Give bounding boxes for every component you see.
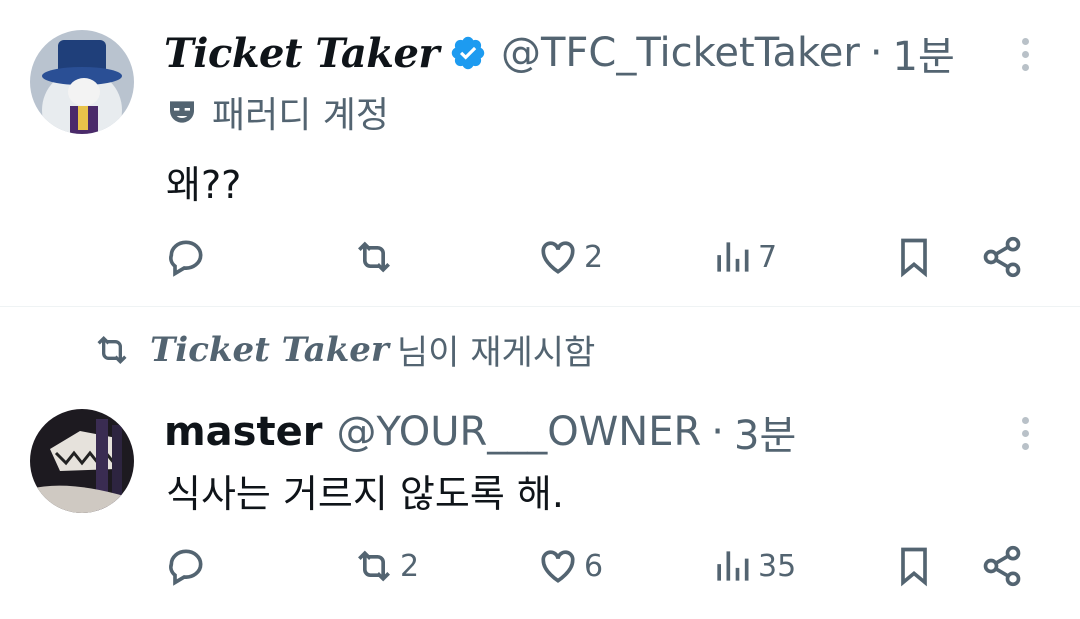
retweeted-by-name[interactable]: Ticket Taker	[150, 330, 389, 370]
bookmark-icon	[901, 547, 927, 587]
share-icon	[983, 236, 1021, 278]
repost-icon	[97, 335, 127, 364]
repost-icon	[358, 550, 390, 582]
like-icon	[541, 550, 575, 583]
display-name[interactable]: master	[164, 409, 322, 455]
mask-icon	[166, 96, 198, 128]
repost-button[interactable]: 2	[352, 541, 419, 591]
reply-icon	[169, 240, 203, 277]
bookmark-button[interactable]	[892, 541, 936, 591]
views-icon	[717, 242, 749, 272]
tweet-text: 식사는 거르지 않도록 해.	[166, 472, 564, 516]
reply-icon	[169, 549, 203, 586]
repost-count: 2	[400, 548, 420, 584]
action-bar: 2 6 35	[0, 541, 1080, 591]
action-bar: 2 7	[0, 232, 1080, 282]
avatar[interactable]	[30, 30, 134, 134]
share-button[interactable]	[980, 232, 1024, 282]
display-name[interactable]: Ticket Taker	[164, 30, 439, 77]
retweet-suffix: 님이 재게시함	[396, 333, 596, 373]
like-button[interactable]: 2	[536, 232, 603, 282]
like-count: 2	[584, 239, 604, 275]
verified-badge-icon	[449, 34, 487, 72]
views-button[interactable]: 7	[710, 232, 777, 282]
bookmark-button[interactable]	[892, 232, 936, 282]
more-icon[interactable]	[1022, 417, 1030, 457]
repost-button[interactable]	[352, 232, 400, 282]
repost-icon	[358, 241, 390, 273]
views-count: 35	[758, 548, 797, 584]
handle[interactable]: @YOUR___OWNER	[336, 409, 701, 455]
more-icon[interactable]	[1022, 38, 1030, 78]
timestamp[interactable]: 1분	[893, 24, 955, 82]
views-icon	[717, 551, 749, 581]
views-button[interactable]: 35	[710, 541, 796, 591]
share-icon	[983, 545, 1021, 587]
separator: ·	[869, 30, 883, 76]
timestamp[interactable]: 3분	[734, 403, 796, 461]
label-text: 패러디 계정	[212, 95, 390, 136]
tweet[interactable]: Ticket Taker @TFC_TicketTaker · 1분 패러디 계…	[0, 0, 1080, 307]
bookmark-icon	[901, 238, 927, 278]
views-count: 7	[758, 239, 778, 275]
parody-label: 패러디 계정	[166, 86, 389, 138]
handle[interactable]: @TFC_TicketTaker	[501, 30, 860, 76]
share-button[interactable]	[980, 541, 1024, 591]
reply-button[interactable]	[164, 541, 208, 591]
tweet-header: master @YOUR___OWNER · 3분	[164, 403, 796, 461]
tweet[interactable]: Ticket Taker 님이 재게시함 master @YOUR___OWNE…	[0, 307, 1080, 619]
like-count: 6	[584, 548, 604, 584]
tweet-header: Ticket Taker @TFC_TicketTaker · 1분	[164, 24, 955, 82]
like-button[interactable]: 6	[536, 541, 603, 591]
avatar[interactable]	[30, 409, 134, 513]
like-icon	[541, 241, 575, 274]
separator: ·	[711, 409, 725, 455]
retweet-context: Ticket Taker 님이 재게시함	[92, 325, 595, 374]
reply-button[interactable]	[164, 232, 208, 282]
tweet-text: 왜??	[166, 163, 242, 207]
